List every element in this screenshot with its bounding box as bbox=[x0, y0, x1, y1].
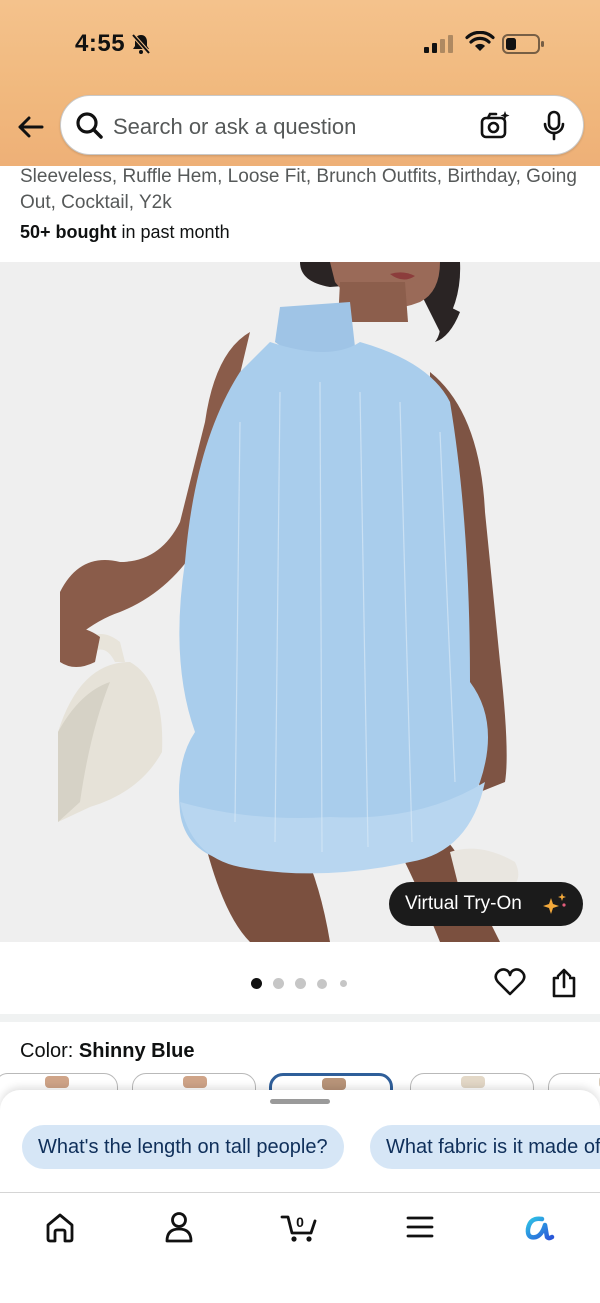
color-label-prefix: Color: bbox=[20, 1040, 79, 1062]
search-input[interactable]: Search or ask a question bbox=[113, 114, 356, 140]
product-photo bbox=[0, 262, 600, 942]
cart-icon[interactable]: 0 bbox=[280, 1207, 320, 1247]
carousel-dot-active[interactable] bbox=[251, 978, 262, 989]
menu-icon[interactable] bbox=[400, 1207, 440, 1247]
cellular-signal-icon bbox=[424, 35, 453, 53]
bought-count-bold: 50+ bought bbox=[20, 222, 117, 242]
battery-icon bbox=[502, 34, 544, 54]
bought-count: 50+ bought in past month bbox=[20, 222, 230, 243]
swatch-thumbnail bbox=[461, 1076, 485, 1088]
back-arrow-icon[interactable] bbox=[14, 110, 48, 144]
home-icon[interactable] bbox=[40, 1207, 80, 1247]
suggestion-chip[interactable]: What's the length on tall people? bbox=[22, 1125, 344, 1169]
swatch-thumbnail bbox=[183, 1076, 207, 1088]
heart-icon[interactable] bbox=[494, 967, 526, 997]
virtual-tryon-label: Virtual Try-On bbox=[405, 893, 522, 914]
account-icon[interactable] bbox=[159, 1207, 199, 1247]
product-image[interactable]: Virtual Try-On bbox=[0, 262, 600, 942]
carousel-dot[interactable] bbox=[273, 978, 284, 989]
cart-count: 0 bbox=[296, 1214, 304, 1230]
rufus-suggestion-sheet[interactable]: What's the length on tall people? What f… bbox=[0, 1090, 600, 1192]
color-value: Shinny Blue bbox=[78, 1040, 195, 1062]
search-icon bbox=[76, 112, 103, 139]
sheet-drag-handle[interactable] bbox=[270, 1099, 330, 1104]
wifi-icon bbox=[465, 31, 495, 51]
suggestion-chip[interactable]: What fabric is it made of? bbox=[370, 1125, 600, 1169]
swatch-thumbnail bbox=[45, 1076, 69, 1088]
share-icon[interactable] bbox=[550, 967, 578, 999]
product-title[interactable]: Sleeveless, Ruffle Hem, Loose Fit, Brunc… bbox=[20, 164, 580, 216]
microphone-icon[interactable] bbox=[541, 110, 567, 142]
bottom-tab-bar: 0 bbox=[0, 1192, 600, 1303]
status-time: 4:55 bbox=[75, 30, 126, 57]
rufus-icon[interactable] bbox=[520, 1207, 560, 1247]
section-divider bbox=[0, 1014, 600, 1022]
swatch-thumbnail bbox=[322, 1078, 346, 1090]
virtual-tryon-button[interactable]: Virtual Try-On bbox=[389, 882, 583, 926]
camera-lens-icon[interactable] bbox=[479, 110, 511, 142]
color-label: Color: Shinny Blue bbox=[20, 1040, 194, 1063]
search-header: Search or ask a question bbox=[0, 90, 600, 166]
image-controls bbox=[0, 942, 600, 1016]
silent-bell-icon bbox=[131, 33, 151, 55]
carousel-dot[interactable] bbox=[295, 978, 306, 989]
bought-count-suffix: in past month bbox=[116, 222, 230, 242]
carousel-dot[interactable] bbox=[317, 978, 327, 989]
status-bar: 4:55 bbox=[0, 0, 600, 90]
search-bar[interactable]: Search or ask a question bbox=[60, 95, 584, 155]
sparkle-icon bbox=[543, 893, 566, 914]
carousel-dot[interactable] bbox=[340, 980, 347, 987]
